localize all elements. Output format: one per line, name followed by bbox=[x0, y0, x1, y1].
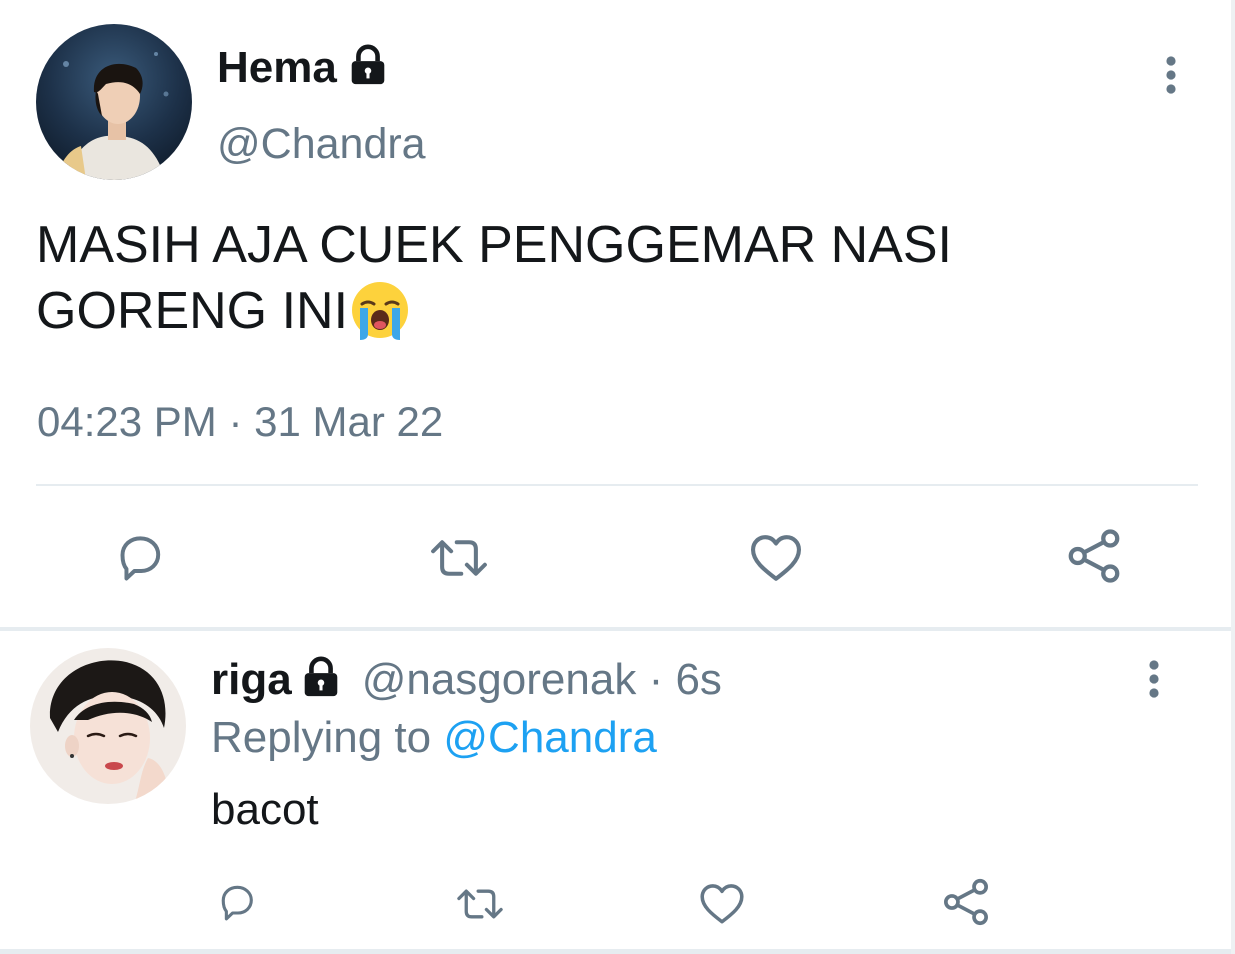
divider bbox=[0, 949, 1235, 954]
tweet-body: MASIH AJA CUEK PENGGEMAR NASI GORENG INI bbox=[36, 216, 952, 340]
more-options-icon[interactable] bbox=[1141, 658, 1167, 700]
like-icon bbox=[750, 535, 802, 581]
retweet-icon bbox=[431, 540, 487, 576]
retweet-button[interactable] bbox=[452, 882, 508, 926]
like-icon bbox=[700, 884, 744, 924]
reply-header: riga @nasgorenak · 6s bbox=[211, 654, 722, 706]
author-name[interactable]: Hema bbox=[217, 42, 391, 94]
share-icon bbox=[944, 878, 988, 926]
replying-to: Replying to @Chandra bbox=[211, 712, 657, 764]
replying-to-label: Replying to bbox=[211, 713, 432, 762]
reply-icon bbox=[221, 885, 253, 921]
reply-age: · 6s bbox=[648, 655, 722, 704]
replying-to-mention[interactable]: @Chandra bbox=[443, 713, 656, 762]
loudly-crying-face-icon bbox=[352, 282, 409, 340]
lock-icon bbox=[304, 656, 337, 697]
reply-author-handle[interactable]: @nasgorenak bbox=[362, 655, 637, 704]
like-button[interactable] bbox=[747, 530, 805, 584]
reply-button[interactable] bbox=[214, 880, 260, 924]
profile-photo-icon bbox=[36, 24, 192, 180]
author-display-name: Hema bbox=[217, 43, 337, 92]
like-button[interactable] bbox=[697, 880, 747, 926]
author-handle[interactable]: @Chandra bbox=[217, 118, 426, 170]
reply-author-avatar[interactable] bbox=[30, 648, 186, 804]
more-options-icon[interactable] bbox=[1158, 54, 1184, 96]
reply-text: bacot bbox=[211, 785, 319, 834]
tweet-detail-page: Hema @Chandra MASIH AJA CUEK PENGGEMAR N… bbox=[0, 0, 1235, 954]
tweet-timestamp[interactable]: 04:23 PM · 31 Mar 22 bbox=[37, 396, 443, 448]
reply-icon bbox=[120, 536, 161, 581]
share-button[interactable] bbox=[1064, 526, 1124, 586]
tweet-text: MASIH AJA CUEK PENGGEMAR NASI GORENG INI bbox=[36, 212, 1196, 344]
scrollbar-track bbox=[1231, 0, 1235, 954]
reply-button[interactable] bbox=[111, 529, 169, 585]
retweet-button[interactable] bbox=[424, 531, 494, 585]
divider bbox=[36, 484, 1198, 486]
reply-author-name[interactable]: riga bbox=[211, 655, 292, 704]
section-divider bbox=[0, 627, 1235, 631]
share-icon bbox=[1068, 529, 1120, 583]
profile-photo-icon bbox=[30, 648, 186, 804]
author-avatar[interactable] bbox=[36, 24, 192, 180]
share-button[interactable] bbox=[940, 876, 992, 928]
retweet-icon bbox=[457, 889, 503, 919]
lock-icon bbox=[351, 44, 385, 85]
